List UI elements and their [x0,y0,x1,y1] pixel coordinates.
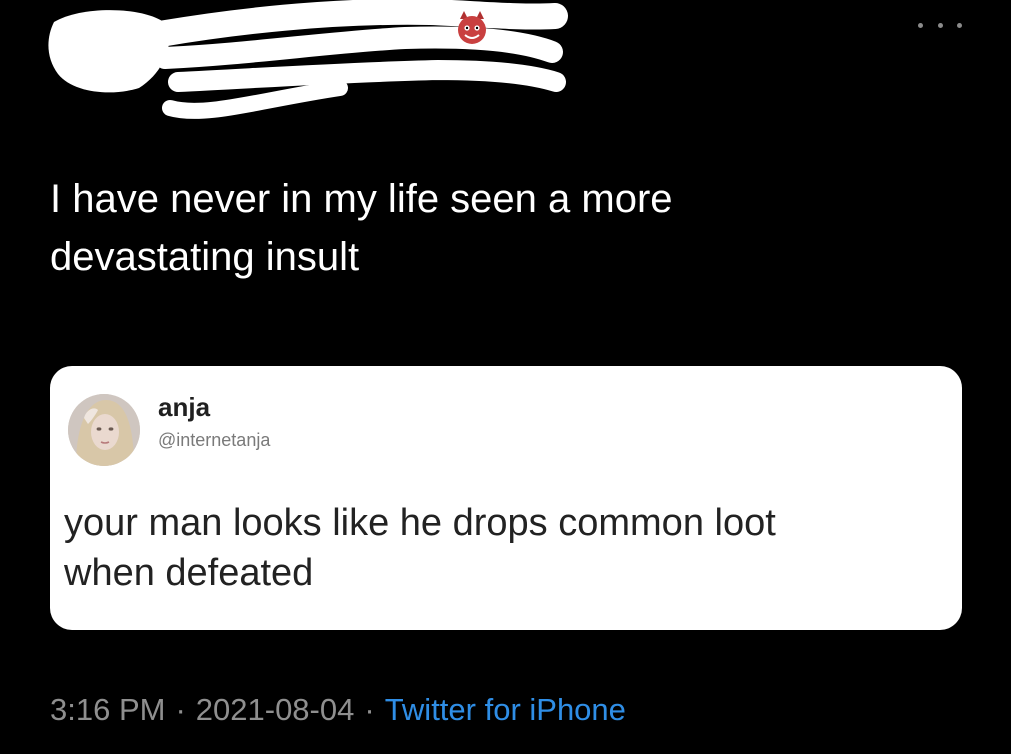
tweet-source-link[interactable]: Twitter for iPhone [385,692,626,727]
redacted-username [160,0,568,119]
tweet-header [0,0,1011,140]
tweet-text-line-2: devastating insult [50,235,360,279]
tweet-date[interactable]: 2021-08-04 [196,692,355,727]
quoted-text-line-2: when defeated [64,552,314,594]
tweet-time[interactable]: 3:16 PM [50,692,165,727]
meta-separator: · [364,692,375,727]
more-options-icon[interactable] [918,14,962,36]
quoted-tweet-text: your man looks like he drops common loot… [64,498,944,598]
quoted-author-avatar[interactable] [68,394,140,466]
redacted-avatar [48,10,170,93]
devil-face-emoji-icon [458,11,486,44]
tweet-metadata: 3:16 PM · 2021-08-04 · Twitter for iPhone [50,692,626,728]
tweet-text-line-1: I have never in my life seen a more [50,177,673,221]
tweet-text: I have never in my life seen a more deva… [50,170,950,286]
quoted-tweet-card[interactable]: anja @internetanja your man looks like h… [50,366,962,630]
quoted-text-line-1: your man looks like he drops common loot [64,502,776,544]
meta-separator: · [175,692,186,727]
quoted-author-name[interactable]: anja [158,392,210,423]
quoted-author-handle[interactable]: @internetanja [158,430,270,451]
avatar-photo [68,394,140,466]
